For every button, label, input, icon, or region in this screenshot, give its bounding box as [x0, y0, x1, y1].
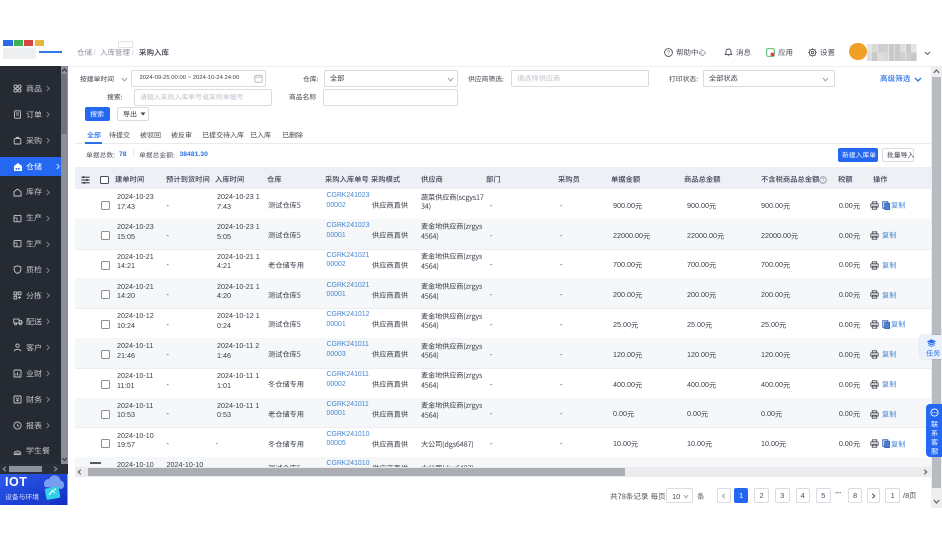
svg-text:?: ? [821, 178, 824, 184]
svg-text:?: ? [667, 51, 670, 57]
